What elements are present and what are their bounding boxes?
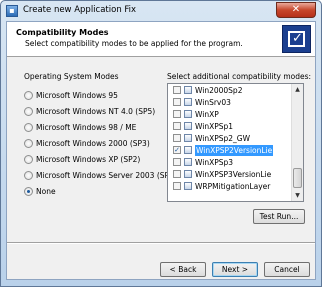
layer-icon: [184, 86, 192, 94]
checkbox[interactable]: [173, 158, 181, 166]
checkbox[interactable]: [173, 170, 181, 178]
radio-button[interactable]: [24, 155, 33, 164]
layer-icon: [184, 170, 192, 178]
checkbox[interactable]: [173, 98, 181, 106]
title-bar[interactable]: ▪ Create new Application Fix ✕: [1, 1, 321, 21]
radio-label: Microsoft Windows XP (SP2): [36, 155, 141, 164]
page-title: Compatibility Modes: [16, 28, 109, 37]
radio-windows-98-me[interactable]: Microsoft Windows 98 / ME: [24, 122, 174, 133]
list-item-label: WinSrv03: [195, 98, 231, 107]
scroll-down-arrow-icon[interactable]: ▼: [292, 190, 303, 201]
checkbox[interactable]: [173, 86, 181, 94]
radio-button[interactable]: [24, 123, 33, 132]
scroll-thumb[interactable]: [293, 168, 302, 188]
list-item-winsrv03[interactable]: WinSrv03: [170, 97, 291, 108]
radio-label: None: [36, 187, 56, 196]
list-item-label: WinXP: [195, 110, 219, 119]
list-scrollbar[interactable]: ▲ ▼: [291, 84, 303, 201]
list-item-label: WinXPSp1: [195, 122, 234, 131]
next-button[interactable]: Next >: [212, 262, 258, 277]
checkbox[interactable]: [173, 182, 181, 190]
radio-label: Microsoft Windows 2000 (SP3): [36, 139, 150, 148]
list-item-winxpsp1[interactable]: WinXPSp1: [170, 121, 291, 132]
application-fix-icon: ▪: [6, 5, 18, 17]
list-item-label: WRPMitigationLayer: [195, 182, 271, 191]
list-item-winxpsp3[interactable]: WinXPSp3: [170, 157, 291, 168]
list-item-winxp[interactable]: WinXP: [170, 109, 291, 120]
layer-icon: [184, 98, 192, 106]
radio-label: Microsoft Windows Server 2003 (SP1): [36, 171, 177, 180]
list-item-win2000sp2[interactable]: Win2000Sp2: [170, 85, 291, 96]
radio-none[interactable]: None: [24, 186, 174, 197]
radio-button[interactable]: [24, 171, 33, 180]
list-item-label: WinXPSp3: [195, 158, 234, 167]
list-item-winxpsp2-gw[interactable]: WinXPSp2_GW: [170, 133, 291, 144]
layer-icon: [184, 110, 192, 118]
radio-label: Microsoft Windows 95: [36, 91, 118, 100]
wizard-header: Compatibility Modes Select compatibility…: [7, 22, 315, 57]
radio-label: Microsoft Windows NT 4.0 (SP5): [36, 107, 156, 116]
checkbox[interactable]: [173, 134, 181, 142]
checkbox[interactable]: [173, 122, 181, 130]
list-item-wrpmitigationlayer[interactable]: WRPMitigationLayer: [170, 181, 291, 192]
compatibility-modes-list[interactable]: Win2000Sp2 WinSrv03 WinXP WinXPSp1 WinXP: [167, 83, 304, 202]
application-fix-window: ▪ Create new Application Fix ✕ Compatibi…: [0, 0, 322, 287]
radio-windows-xp[interactable]: Microsoft Windows XP (SP2): [24, 154, 174, 165]
radio-windows-nt4[interactable]: Microsoft Windows NT 4.0 (SP5): [24, 106, 174, 117]
wizard-client-area: Compatibility Modes Select compatibility…: [6, 21, 316, 280]
radio-button[interactable]: [24, 107, 33, 116]
layer-icon: [184, 146, 192, 154]
back-button[interactable]: < Back: [160, 262, 206, 277]
wizard-check-icon: ✓: [292, 31, 303, 46]
layer-icon: [184, 134, 192, 142]
radio-windows-server-2003[interactable]: Microsoft Windows Server 2003 (SP1): [24, 170, 177, 181]
checkbox[interactable]: ✓: [173, 146, 181, 154]
test-run-button[interactable]: Test Run...: [253, 209, 305, 224]
layer-icon: [184, 182, 192, 190]
window-title: Create new Application Fix: [23, 5, 137, 15]
close-button[interactable]: ✕: [276, 2, 316, 18]
os-modes-label: Operating System Modes: [24, 72, 119, 81]
list-item-label: WinXPSp2_GW: [195, 134, 251, 143]
list-item-label: Win2000Sp2: [195, 86, 243, 95]
list-item-label: WinXPSP2VersionLie: [195, 145, 274, 156]
radio-label: Microsoft Windows 98 / ME: [36, 123, 137, 132]
radio-button[interactable]: [24, 187, 33, 196]
page-description: Select compatibility modes to be applied…: [25, 39, 243, 48]
scroll-up-arrow-icon[interactable]: ▲: [292, 84, 303, 95]
radio-button[interactable]: [24, 139, 33, 148]
checkbox[interactable]: [173, 110, 181, 118]
layer-icon: [184, 158, 192, 166]
radio-windows-95[interactable]: Microsoft Windows 95: [24, 90, 174, 101]
compatibility-wizard-icon: ✓: [282, 25, 311, 53]
radio-windows-2000[interactable]: Microsoft Windows 2000 (SP3): [24, 138, 174, 149]
list-item-winxpsp3-versionlie[interactable]: WinXPSP3VersionLie: [170, 169, 291, 180]
cancel-button[interactable]: Cancel: [264, 262, 310, 277]
footer-divider: [7, 242, 315, 244]
layer-icon: [184, 122, 192, 130]
list-item-winxpsp2-versionlie[interactable]: ✓ WinXPSP2VersionLie: [170, 145, 291, 156]
list-item-label: WinXPSP3VersionLie: [195, 170, 272, 179]
additional-modes-label: Select additional compatibility modes:: [167, 72, 312, 81]
radio-button[interactable]: [24, 91, 33, 100]
